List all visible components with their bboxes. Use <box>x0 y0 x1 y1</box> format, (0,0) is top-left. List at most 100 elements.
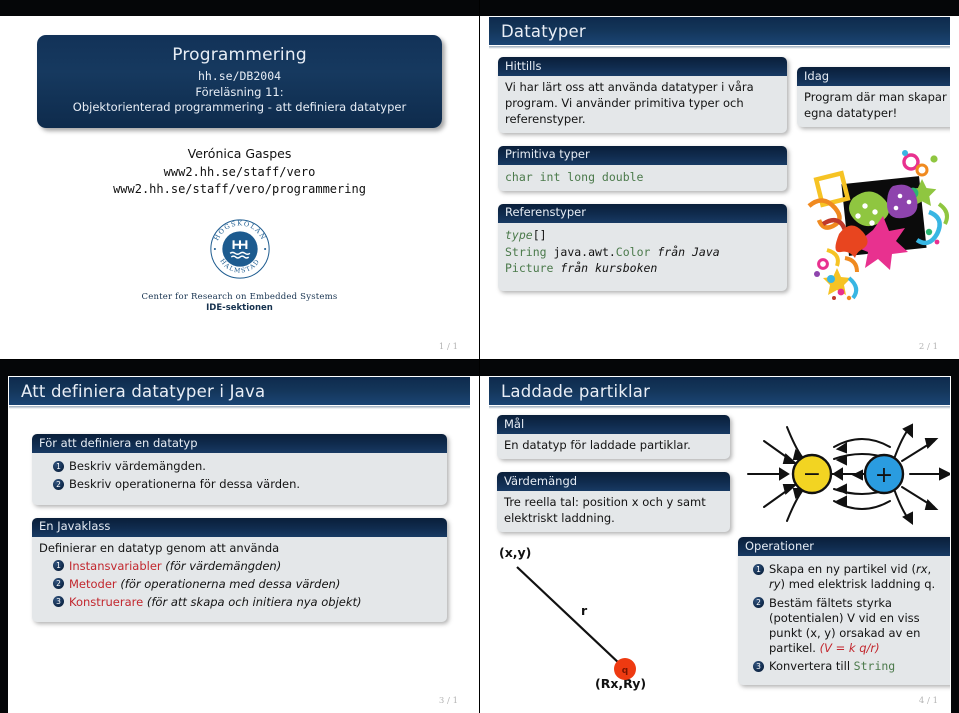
comma: , <box>927 562 932 577</box>
list-item: 2 Metoder (för operationerna med dessa v… <box>53 577 440 592</box>
charge-distance-diagram: (x,y) r (Rx,Ry) q <box>497 545 730 697</box>
institute-line-1: Center for Research on Embedded Systems <box>141 291 338 302</box>
bullet-number: 3 <box>53 596 64 608</box>
block-mal-body: En datatyp för laddade partiklar. <box>497 434 730 460</box>
block-primitiva-body: char int long double <box>498 165 787 191</box>
block-operationer-body: 1 Skapa en ny partikel vid (rx, ry) med … <box>738 556 950 686</box>
slide-2-left-column: Hittills Vi har lärt oss att använda dat… <box>498 57 787 310</box>
block-hittills-title: Hittills <box>498 57 787 77</box>
referens-from-java: från Java <box>657 244 720 259</box>
list-item-keyword: Instansvariabler <box>69 558 162 573</box>
block-mal-title: Mål <box>497 415 730 435</box>
referens-line-2: String java.awt.Color från Java <box>505 244 780 261</box>
bullet-number: 2 <box>53 478 64 490</box>
block-idag-body: Program där man skapar egna datatyper! <box>797 86 950 127</box>
javaklass-intro: Definierar en datatyp genom att använda <box>39 540 280 555</box>
slide-4-columns: Mål En datatyp för laddade partiklar. Vä… <box>489 407 950 698</box>
javaklass-list: 1 Instansvariabler (för värdemängden) 2 … <box>39 559 440 611</box>
list-item: 1 Beskriv värdemängden. <box>53 459 440 474</box>
slide-right-band <box>951 360 959 713</box>
block-hittills-body: Vi har lärt oss att använda datatyper i … <box>498 76 787 133</box>
list-item-text: (för att skapa och initiera nya objekt) <box>146 594 362 609</box>
list-item: 3 Konvertera till String <box>753 659 950 674</box>
definiera-list: 1 Beskriv värdemängden. 2 Beskriv operat… <box>39 459 440 492</box>
bullet-number: 1 <box>53 460 64 472</box>
slide-3-content: Att definiera datatyper i Java För att d… <box>9 377 470 711</box>
block-for-att-definiera: För att definiera en datatyp 1 Beskriv v… <box>32 434 447 505</box>
bullet-number: 3 <box>753 660 764 672</box>
list-item: 2 Beskriv operationerna för dessa värden… <box>53 477 440 492</box>
slide-top-band <box>0 0 479 16</box>
block-vardemangd-body: Tre reella tal: position x och y samt el… <box>497 491 730 533</box>
diagram-svg: q <box>516 566 636 681</box>
block-vardemangd-title: Värdemängd <box>497 472 730 492</box>
block-referenstyper-body: type[] String java.awt.Color från Java P… <box>498 222 787 291</box>
list-item-text: Konvertera till <box>769 659 851 674</box>
presentation-title: Programmering <box>172 45 307 65</box>
frame-title-bar: Att definiera datatyper i Java <box>9 377 470 409</box>
block-vardemangd: Värdemängd Tre reella tal: position x oc… <box>497 472 730 533</box>
electric-dipole-field-icon: − + <box>747 423 950 525</box>
frame-title-text: Laddade partiklar <box>501 381 651 401</box>
author-block: Verónica Gaspes www2.hh.se/staff/vero ww… <box>9 146 470 196</box>
slide-2-datatyper: Datatyper Hittills Vi har lärt oss att a… <box>480 0 959 360</box>
block-hittills: Hittills Vi har lärt oss att använda dat… <box>498 57 787 133</box>
slide-4-left-column: Mål En datatyp för laddade partiklar. Vä… <box>497 415 730 698</box>
positive-charge-symbol: + <box>875 463 893 488</box>
list-item-text: Beskriv värdemängden. <box>69 459 206 474</box>
slide-4-laddade-partiklar: Laddade partiklar Mål En datatyp för lad… <box>480 360 959 713</box>
page-number: 2 / 1 <box>918 342 938 352</box>
slide-4-right-column: − + Operationer 1 Skapa en ny partikel v… <box>738 415 950 698</box>
bullet-number: 2 <box>753 597 764 609</box>
slide-2-content: Datatyper Hittills Vi har lärt oss att a… <box>489 17 950 357</box>
frame-title-text: Att definiera datatyper i Java <box>21 381 266 401</box>
slide-4-content: Laddade partiklar Mål En datatyp för lad… <box>489 377 950 711</box>
frame-title-bar: Laddade partiklar <box>489 377 950 409</box>
presentation-subtitle: Objektorienterad programmering - att def… <box>72 100 407 115</box>
string-keyword: String <box>853 659 896 674</box>
referens-type-keyword: type <box>505 227 533 242</box>
bullet-number: 1 <box>753 563 764 575</box>
page-number: 3 / 1 <box>438 696 458 706</box>
frame-title-text: Datatyper <box>501 21 586 41</box>
block-primitiva-typer: Primitiva typer char int long double <box>498 145 787 191</box>
hogskolan-halmstad-logo-icon: HÖGSKOLAN HALMSTAD <box>209 218 270 279</box>
slide-2-right-column: Idag Program där man skapar egna datatyp… <box>797 57 950 310</box>
block-definiera-body: 1 Beskriv värdemängden. 2 Beskriv operat… <box>32 453 447 505</box>
referens-picture: Picture <box>505 261 554 276</box>
list-item: 2 Bestäm fältets styrka (potentialen) V … <box>753 596 950 657</box>
list-item-text: (för operationerna med dessa värden) <box>120 576 341 591</box>
slide-1-content: Programmering hh.se/DB2004 Föreläsning 1… <box>9 17 470 357</box>
list-item-text-b: ) med elektrisk laddning q. <box>780 577 936 592</box>
operationer-list: 1 Skapa en ny partikel vid (rx, ry) med … <box>745 562 950 674</box>
primitiva-code: char int long double <box>505 170 644 185</box>
subscript-rx: rx <box>915 562 928 577</box>
list-item: 1 Instansvariabler (för värdemängden) <box>53 559 440 574</box>
slide-top-band <box>480 360 959 376</box>
referens-from-book: från kursboken <box>560 261 658 276</box>
diagram-label-q: q <box>622 666 628 676</box>
block-en-javaklass: En Javaklass Definierar en datatyp genom… <box>32 517 447 623</box>
slide-1-title: Programmering hh.se/DB2004 Föreläsning 1… <box>0 0 480 360</box>
block-referenstyper-title: Referenstyper <box>498 203 787 223</box>
list-item: 1 Skapa en ny partikel vid (rx, ry) med … <box>753 562 950 592</box>
institute-block: Center for Research on Embedded Systems … <box>9 292 470 313</box>
page-number: 1 / 1 <box>438 342 458 352</box>
logo-wrapper: HÖGSKOLAN HALMSTAD <box>9 218 470 284</box>
slide-3-att-definiera: Att definiera datatyper i Java För att d… <box>0 360 480 713</box>
author-name: Verónica Gaspes <box>187 145 292 161</box>
block-mal: Mål En datatyp för laddade partiklar. <box>497 415 730 460</box>
slide-left-band <box>0 360 8 713</box>
frame-title-bar: Datatyper <box>489 17 950 49</box>
author-url-2: www2.hh.se/staff/vero/programmering <box>113 181 366 196</box>
block-operationer-title: Operationer <box>738 537 950 557</box>
list-item-text-a: Skapa en ny partikel vid ( <box>769 562 916 577</box>
referens-java-pkg: java.awt. <box>553 244 616 259</box>
block-definiera-title: För att definiera en datatyp <box>32 434 447 454</box>
referens-line-1: type[] <box>505 227 780 244</box>
list-item: 3 Konstruerare (för att skapa och initie… <box>53 595 440 610</box>
referens-string: String <box>505 244 547 259</box>
institute-line-2: IDE-sektionen <box>206 302 273 313</box>
block-idag: Idag Program där man skapar egna datatyp… <box>797 67 950 127</box>
block-javaklass-title: En Javaklass <box>32 517 447 537</box>
